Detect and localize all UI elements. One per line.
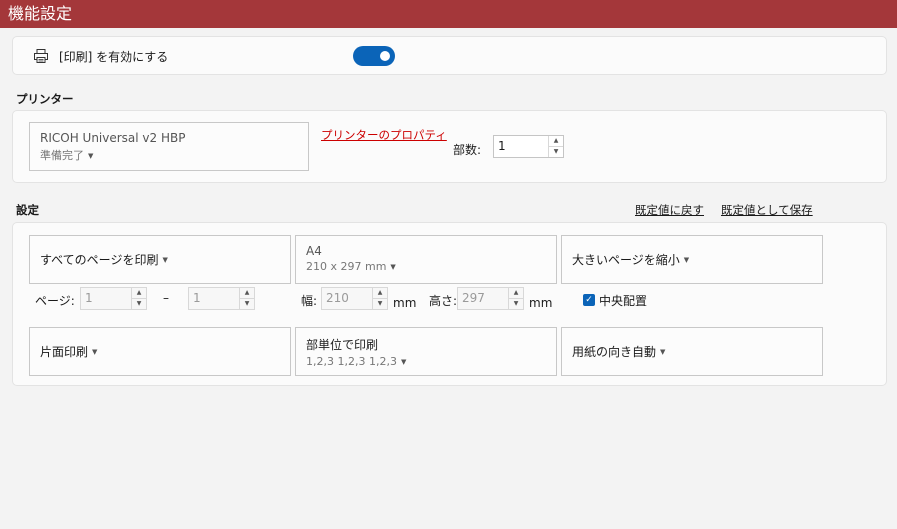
printer-select[interactable]: RICOH Universal v2 HBP 準備完了 ▼ [29, 122, 309, 171]
page-to-value: 1 [193, 291, 201, 305]
chevron-down-icon: ▼ [92, 347, 98, 356]
page-to-down-button[interactable]: ▼ [240, 298, 254, 309]
copies-label: 部数: [453, 143, 482, 157]
copies-down-button[interactable]: ▼ [549, 146, 563, 157]
orientation-select[interactable]: 用紙の向き自動 ▼ [561, 327, 823, 376]
window-title: 機能設定 [0, 0, 897, 28]
enable-print-card: [印刷] を有効にする [12, 36, 887, 75]
chevron-down-icon: ▼ [390, 263, 396, 271]
copies-up-button[interactable]: ▲ [549, 136, 563, 146]
chevron-down-icon: ▼ [88, 152, 94, 160]
page-range-select[interactable]: すべてのページを印刷 ▼ [29, 235, 291, 284]
orientation-label: 用紙の向き自動 [572, 345, 657, 359]
center-label: 中央配置 [599, 294, 648, 308]
copies-value: 1 [498, 139, 506, 153]
enable-print-toggle[interactable] [353, 46, 395, 66]
chevron-down-icon: ▼ [660, 347, 666, 356]
width-unit: mm [393, 296, 417, 310]
printer-section-label: プリンター [16, 92, 74, 106]
settings-section-label: 設定 [16, 203, 39, 217]
printer-name: RICOH Universal v2 HBP [40, 131, 186, 145]
chevron-down-icon: ▼ [162, 255, 168, 264]
page-from-value: 1 [85, 291, 93, 305]
paper-size-select[interactable]: A4 210 x 297 mm ▼ [295, 235, 557, 284]
page-from-stepper[interactable]: 1 ▲ ▼ [80, 287, 147, 310]
page-from-down-button[interactable]: ▼ [132, 298, 146, 309]
height-value: 297 [462, 291, 485, 305]
center-checkbox[interactable]: ✓ [583, 294, 595, 306]
width-stepper[interactable]: 210 ▲ ▼ [321, 287, 388, 310]
width-value: 210 [326, 291, 349, 305]
paper-dims: 210 x 297 mm [306, 260, 387, 273]
duplex-select[interactable]: 片面印刷 ▼ [29, 327, 291, 376]
width-down-button[interactable]: ▼ [373, 298, 387, 309]
scaling-label: 大きいページを縮小 [572, 253, 680, 267]
enable-print-label: [印刷] を有効にする [59, 50, 169, 64]
chevron-down-icon: ▼ [683, 255, 690, 264]
pages-label: ページ: [35, 294, 75, 308]
printer-icon [34, 49, 48, 63]
copies-stepper[interactable]: 1 ▲ ▼ [493, 135, 564, 158]
printer-status: 準備完了 [40, 149, 84, 162]
height-up-button[interactable]: ▲ [509, 288, 523, 298]
width-up-button[interactable]: ▲ [373, 288, 387, 298]
page-from-up-button[interactable]: ▲ [132, 288, 146, 298]
collate-label: 部単位で印刷 [306, 338, 379, 352]
page-range-dash: – [163, 291, 169, 305]
width-label: 幅: [301, 294, 318, 308]
printer-card: RICOH Universal v2 HBP 準備完了 ▼ プリンターのプロパティ… [12, 110, 887, 183]
height-stepper[interactable]: 297 ▲ ▼ [457, 287, 524, 310]
printer-properties-link[interactable]: プリンターのプロパティ [321, 127, 447, 143]
settings-card: すべてのページを印刷 ▼ A4 210 x 297 mm ▼ 大きいページを縮小 ▼ … [12, 222, 887, 386]
paper-size-label: A4 [306, 244, 322, 258]
page-range-label: すべてのページを印刷 [40, 253, 159, 267]
duplex-label: 片面印刷 [40, 345, 89, 359]
collate-detail: 1,2,3 1,2,3 1,2,3 [306, 355, 397, 368]
height-label: 高さ: [429, 294, 458, 308]
scaling-select[interactable]: 大きいページを縮小 ▼ [561, 235, 823, 284]
height-unit: mm [529, 296, 553, 310]
chevron-down-icon: ▼ [400, 358, 407, 366]
collate-select[interactable]: 部単位で印刷 1,2,3 1,2,3 1,2,3 ▼ [295, 327, 557, 376]
save-defaults-link[interactable]: 既定値として保存 [721, 202, 813, 218]
height-down-button[interactable]: ▼ [509, 298, 523, 309]
reset-defaults-link[interactable]: 既定値に戻す [635, 202, 704, 218]
page-to-stepper[interactable]: 1 ▲ ▼ [188, 287, 255, 310]
page-to-up-button[interactable]: ▲ [240, 288, 254, 298]
